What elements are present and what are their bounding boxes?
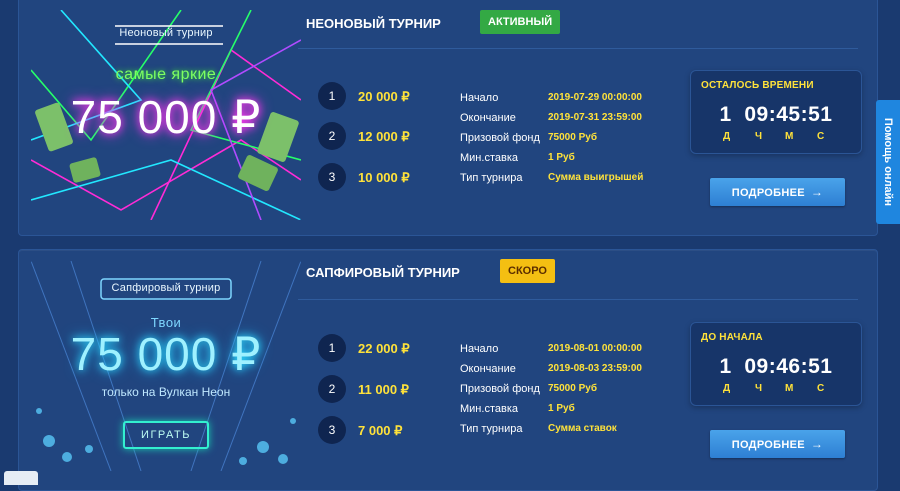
tournament-title: САПФИРОВЫЙ ТУРНИР (306, 265, 460, 280)
info-value: Сумма ставок (548, 423, 617, 434)
tournament-banner-sapphire[interactable]: Сапфировый турнир Твои 75 000 ₽ только н… (31, 261, 301, 471)
prize-item: 3 10 000 ₽ (318, 163, 428, 191)
info-label: Тип турнира (460, 172, 523, 184)
timer-label: ОСТАЛОСЬ ВРЕМЕНИ (701, 80, 814, 91)
info-label: Тип турнира (460, 423, 523, 435)
rank-badge: 3 (318, 416, 346, 444)
info-value: 75000 Руб (548, 132, 597, 143)
more-details-button[interactable]: ПОДРОБНЕЕ → (710, 430, 845, 458)
info-value: 2019-07-29 00:00:00 (548, 92, 642, 103)
info-label: Окончание (460, 363, 516, 375)
banner-note: только на Вулкан Неон (101, 385, 231, 399)
info-row-prize-fund: Призовой фонд 75000 Руб (460, 383, 700, 403)
info-row-start: Начало 2019-07-29 00:00:00 (460, 92, 700, 112)
info-value: 2019-08-03 23:59:00 (548, 363, 642, 374)
rank-badge: 2 (318, 122, 346, 150)
info-value: 1 Руб (548, 152, 575, 163)
info-label: Начало (460, 343, 499, 355)
rank-badge: 3 (318, 163, 346, 191)
rank-badge: 1 (318, 82, 346, 110)
status-badge: АКТИВНЫЙ (480, 10, 561, 34)
info-value: 2019-07-31 23:59:00 (548, 112, 642, 123)
info-label: Начало (460, 92, 499, 104)
banner-tournament-name: Неоновый турнир (119, 27, 213, 39)
info-label: Призовой фонд (460, 132, 540, 144)
timer-value: 1 09:46:51 (719, 355, 833, 378)
info-value: 75000 Руб (548, 383, 597, 394)
info-label: Окончание (460, 112, 516, 124)
help-online-label: Помощь онлайн (882, 117, 894, 207)
timer-unit-seconds: С (817, 383, 825, 394)
rank-badge: 2 (318, 375, 346, 403)
info-row-start: Начало 2019-08-01 00:00:00 (460, 343, 700, 363)
banner-amount: 75 000 ₽ (70, 91, 262, 143)
tournament-title: НЕОНОВЫЙ ТУРНИР (306, 16, 441, 31)
info-label: Мин.ставка (460, 152, 518, 164)
card-divider (298, 299, 858, 300)
info-value: 2019-08-01 00:00:00 (548, 343, 642, 354)
banner-subtitle: самые яркие (115, 66, 217, 83)
timer-unit-minutes: М (785, 383, 794, 394)
info-row-prize-fund: Призовой фонд 75000 Руб (460, 132, 700, 152)
prize-amount: 7 000 ₽ (358, 423, 403, 438)
more-label: ПОДРОБНЕЕ (731, 187, 805, 199)
more-details-button[interactable]: ПОДРОБНЕЕ → (710, 178, 845, 206)
timer-unit-days: Д (723, 383, 731, 394)
timer-unit-minutes: М (785, 131, 794, 142)
prize-item: 2 12 000 ₽ (318, 122, 428, 150)
timer-unit-days: Д (723, 131, 731, 142)
prize-amount: 12 000 ₽ (358, 129, 410, 144)
timer-value: 1 09:45:51 (719, 103, 833, 126)
info-label: Мин.ставка (460, 403, 518, 415)
info-row-end: Окончание 2019-08-03 23:59:00 (460, 363, 700, 383)
prize-item: 2 11 000 ₽ (318, 375, 428, 403)
info-row-min-bet: Мин.ставка 1 Руб (460, 403, 700, 423)
tournament-banner-neon[interactable]: Неоновый турнир самые яркие 75 000 ₽ (31, 10, 301, 220)
info-row-min-bet: Мин.ставка 1 Руб (460, 152, 700, 172)
info-row-type: Тип турнира Сумма ставок (460, 423, 700, 443)
prize-item: 1 22 000 ₽ (318, 334, 428, 362)
banner-amount: 75 000 ₽ (70, 328, 262, 380)
card-divider (298, 48, 858, 49)
arrow-right-icon: → (810, 185, 824, 199)
timer-unit-hours: Ч (755, 383, 763, 394)
info-row-end: Окончание 2019-07-31 23:59:00 (460, 112, 700, 132)
timer-unit-seconds: С (817, 131, 825, 142)
play-button[interactable]: ИГРАТЬ (123, 421, 209, 449)
prize-amount: 11 000 ₽ (358, 382, 409, 397)
rank-badge: 1 (318, 334, 346, 362)
countdown-timer: ДО НАЧАЛА 1 09:46:51 Д Ч М С (690, 322, 862, 406)
countdown-timer: ОСТАЛОСЬ ВРЕМЕНИ 1 09:45:51 Д Ч М С (690, 70, 862, 154)
prize-item: 3 7 000 ₽ (318, 416, 428, 444)
info-row-type: Тип турнира Сумма выигрышей (460, 172, 700, 192)
corner-widget-icon[interactable] (4, 471, 38, 485)
timer-label: ДО НАЧАЛА (701, 332, 763, 343)
timer-unit-hours: Ч (755, 131, 763, 142)
info-value: Сумма выигрышей (548, 172, 644, 183)
status-badge: СКОРО (500, 259, 555, 283)
info-value: 1 Руб (548, 403, 575, 414)
help-online-tab[interactable]: Помощь онлайн (876, 100, 900, 224)
banner-tournament-name: Сапфировый турнир (111, 282, 221, 294)
arrow-right-icon: → (810, 437, 824, 451)
prize-item: 1 20 000 ₽ (318, 82, 428, 110)
more-label: ПОДРОБНЕЕ (731, 439, 805, 451)
prize-amount: 10 000 ₽ (358, 170, 410, 185)
timer-units: Д Ч М С (721, 131, 831, 145)
prize-amount: 22 000 ₽ (358, 341, 410, 356)
info-label: Призовой фонд (460, 383, 540, 395)
timer-units: Д Ч М С (721, 383, 831, 397)
prize-amount: 20 000 ₽ (358, 89, 410, 104)
